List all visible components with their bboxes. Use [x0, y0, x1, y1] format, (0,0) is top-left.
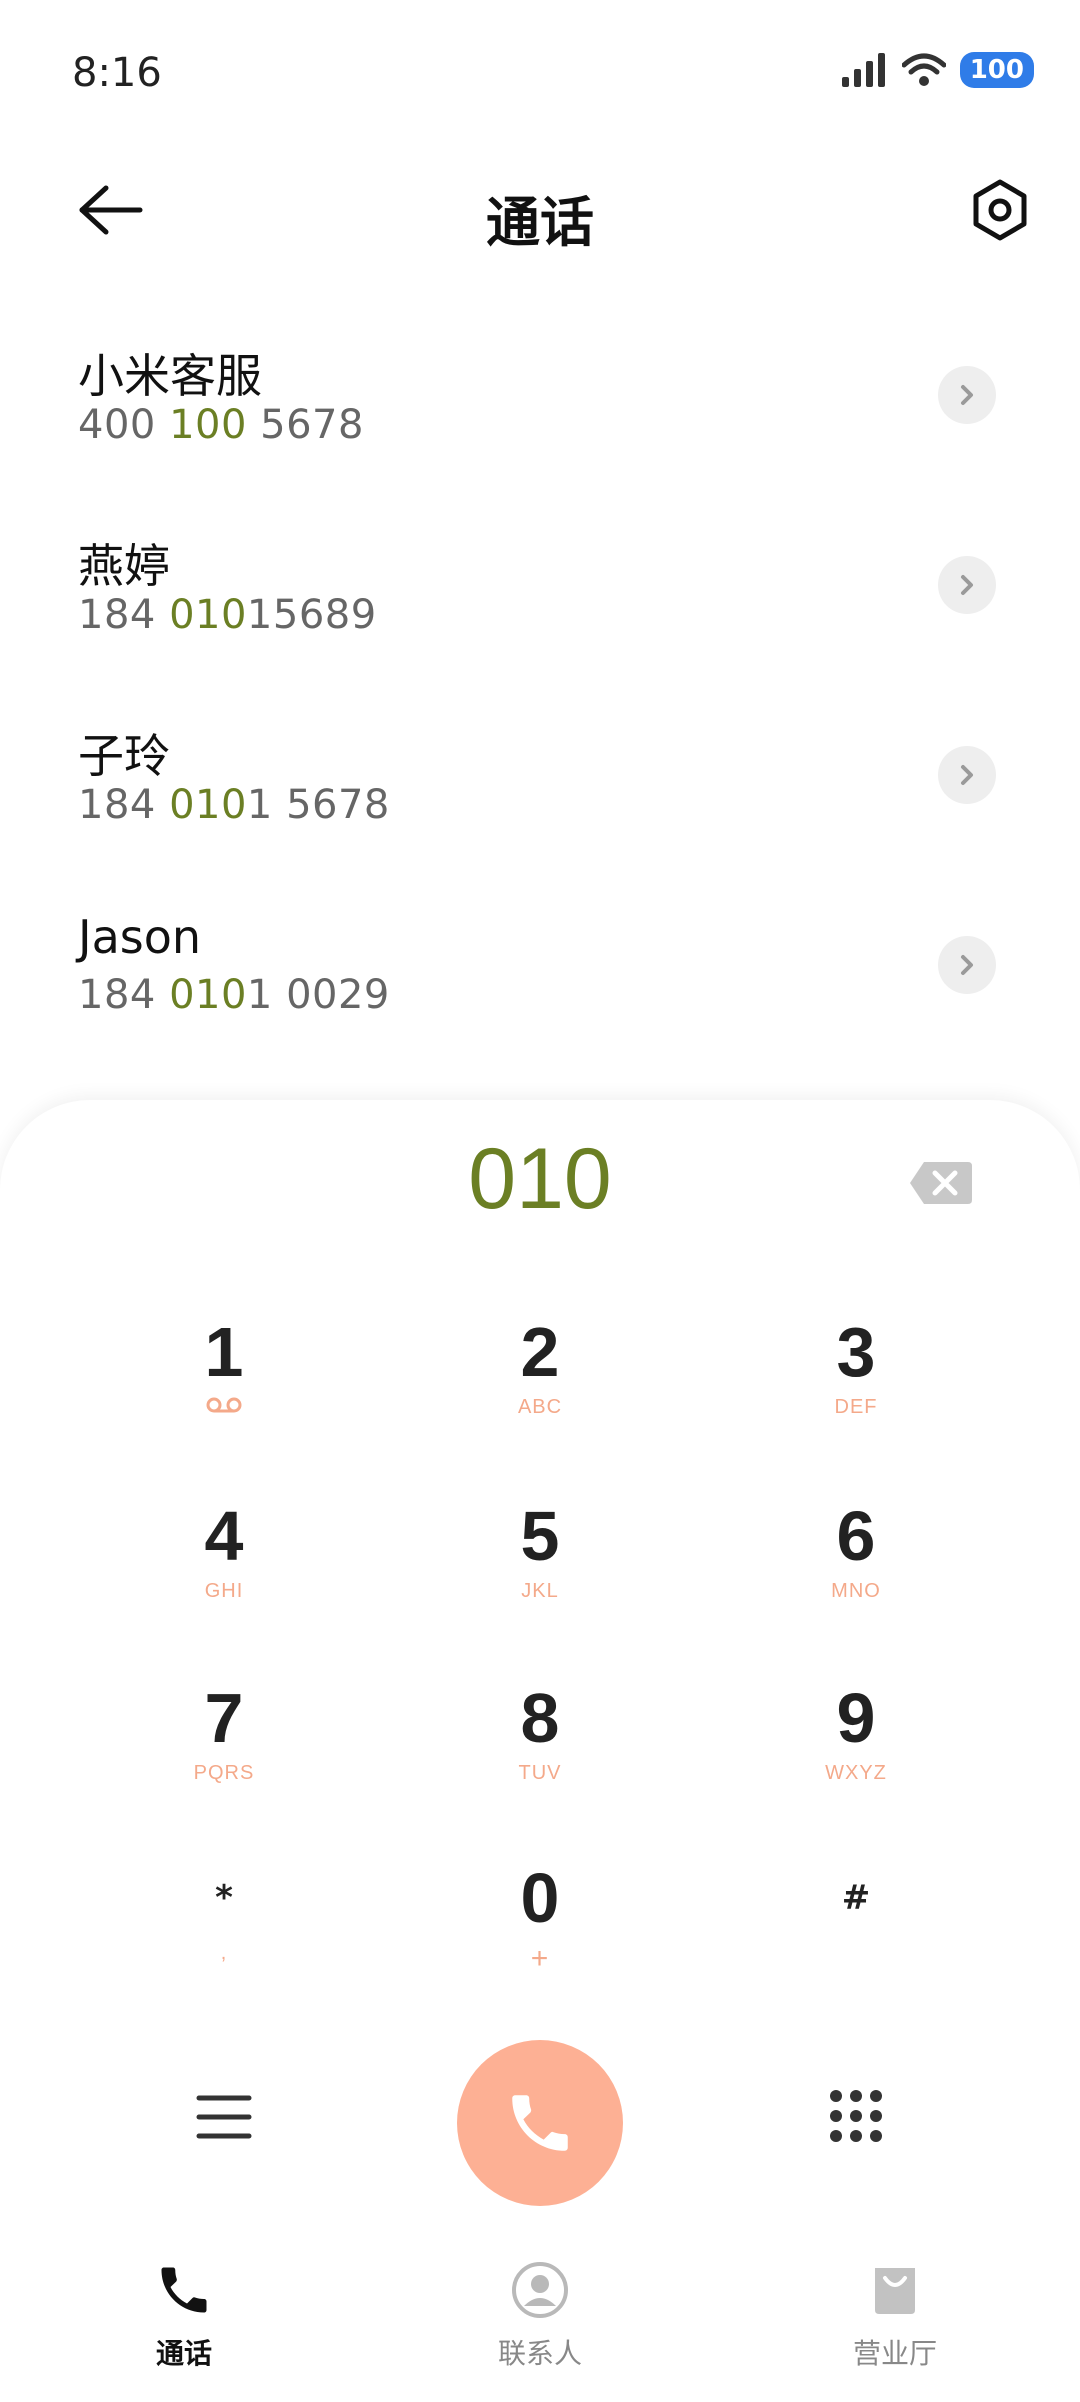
dialpad-grid-icon[interactable] — [828, 2088, 884, 2144]
tab-calls-label: 通话 — [155, 2337, 212, 2370]
wifi-icon — [901, 53, 946, 86]
phone-icon — [161, 2267, 207, 2313]
contact-name: 燕婷 — [78, 539, 170, 593]
dial-key-star[interactable]: * , — [114, 1858, 334, 2008]
settings-icon[interactable] — [968, 178, 1032, 242]
tab-contacts-label: 联系人 — [497, 2337, 582, 2370]
call-button[interactable] — [457, 2040, 623, 2206]
list-item[interactable]: 子玲 184 0101 5678 — [0, 720, 1080, 910]
contact-phone: 400 100 5678 — [78, 402, 364, 448]
dial-key-2[interactable]: 2 ABC — [430, 1312, 650, 1462]
dial-key-5[interactable]: 5 JKL — [430, 1496, 650, 1646]
detail-chevron-icon[interactable] — [938, 746, 996, 804]
dial-key-7[interactable]: 7 PQRS — [114, 1678, 334, 1828]
dial-key-1[interactable]: 1 — [114, 1312, 334, 1462]
dial-key-0[interactable]: 0 + — [430, 1858, 650, 2008]
dial-key-6[interactable]: 6 MNO — [746, 1496, 966, 1646]
list-item[interactable]: Jason 184 0101 0029 — [0, 910, 1080, 1100]
list-item[interactable]: 燕婷 184 01015689 — [0, 530, 1080, 720]
tab-contacts[interactable]: 联系人 — [440, 2260, 640, 2372]
dial-key-8[interactable]: 8 TUV — [430, 1678, 650, 1828]
contact-name: 子玲 — [78, 729, 170, 783]
detail-chevron-icon[interactable] — [938, 556, 996, 614]
contact-name: 小米客服 — [78, 349, 262, 403]
contact-phone: 184 0101 0029 — [78, 972, 390, 1018]
shopping-bag-icon — [875, 2268, 915, 2314]
status-icons: 100 — [841, 52, 1034, 88]
page-title: 通话 — [486, 191, 594, 254]
dial-key-4[interactable]: 4 GHI — [114, 1496, 334, 1646]
backspace-icon[interactable] — [908, 1160, 974, 1206]
status-time: 8:16 — [72, 50, 162, 96]
detail-chevron-icon[interactable] — [938, 936, 996, 994]
dial-key-hash[interactable]: # — [746, 1858, 966, 2008]
battery-indicator: 100 — [959, 52, 1034, 88]
contacts-icon — [512, 2262, 568, 2318]
signal-icon — [841, 53, 885, 87]
detail-chevron-icon[interactable] — [938, 366, 996, 424]
list-item[interactable]: 小米客服 400 100 5678 — [0, 340, 1080, 530]
dial-key-3[interactable]: 3 DEF — [746, 1312, 966, 1462]
menu-icon[interactable] — [196, 2092, 252, 2142]
phone-icon — [512, 2095, 568, 2151]
bottom-nav: 通话 联系人 营业厅 — [0, 2222, 1080, 2402]
contact-phone: 184 01015689 — [78, 592, 377, 638]
contact-phone: 184 0101 5678 — [78, 782, 390, 828]
tab-store-label: 营业厅 — [852, 2337, 937, 2370]
contact-name: Jason — [78, 910, 202, 964]
voicemail-icon — [206, 1397, 242, 1413]
dial-key-9[interactable]: 9 WXYZ — [746, 1678, 966, 1828]
tab-store[interactable]: 营业厅 — [795, 2260, 995, 2372]
tab-calls[interactable]: 通话 — [84, 2260, 284, 2372]
